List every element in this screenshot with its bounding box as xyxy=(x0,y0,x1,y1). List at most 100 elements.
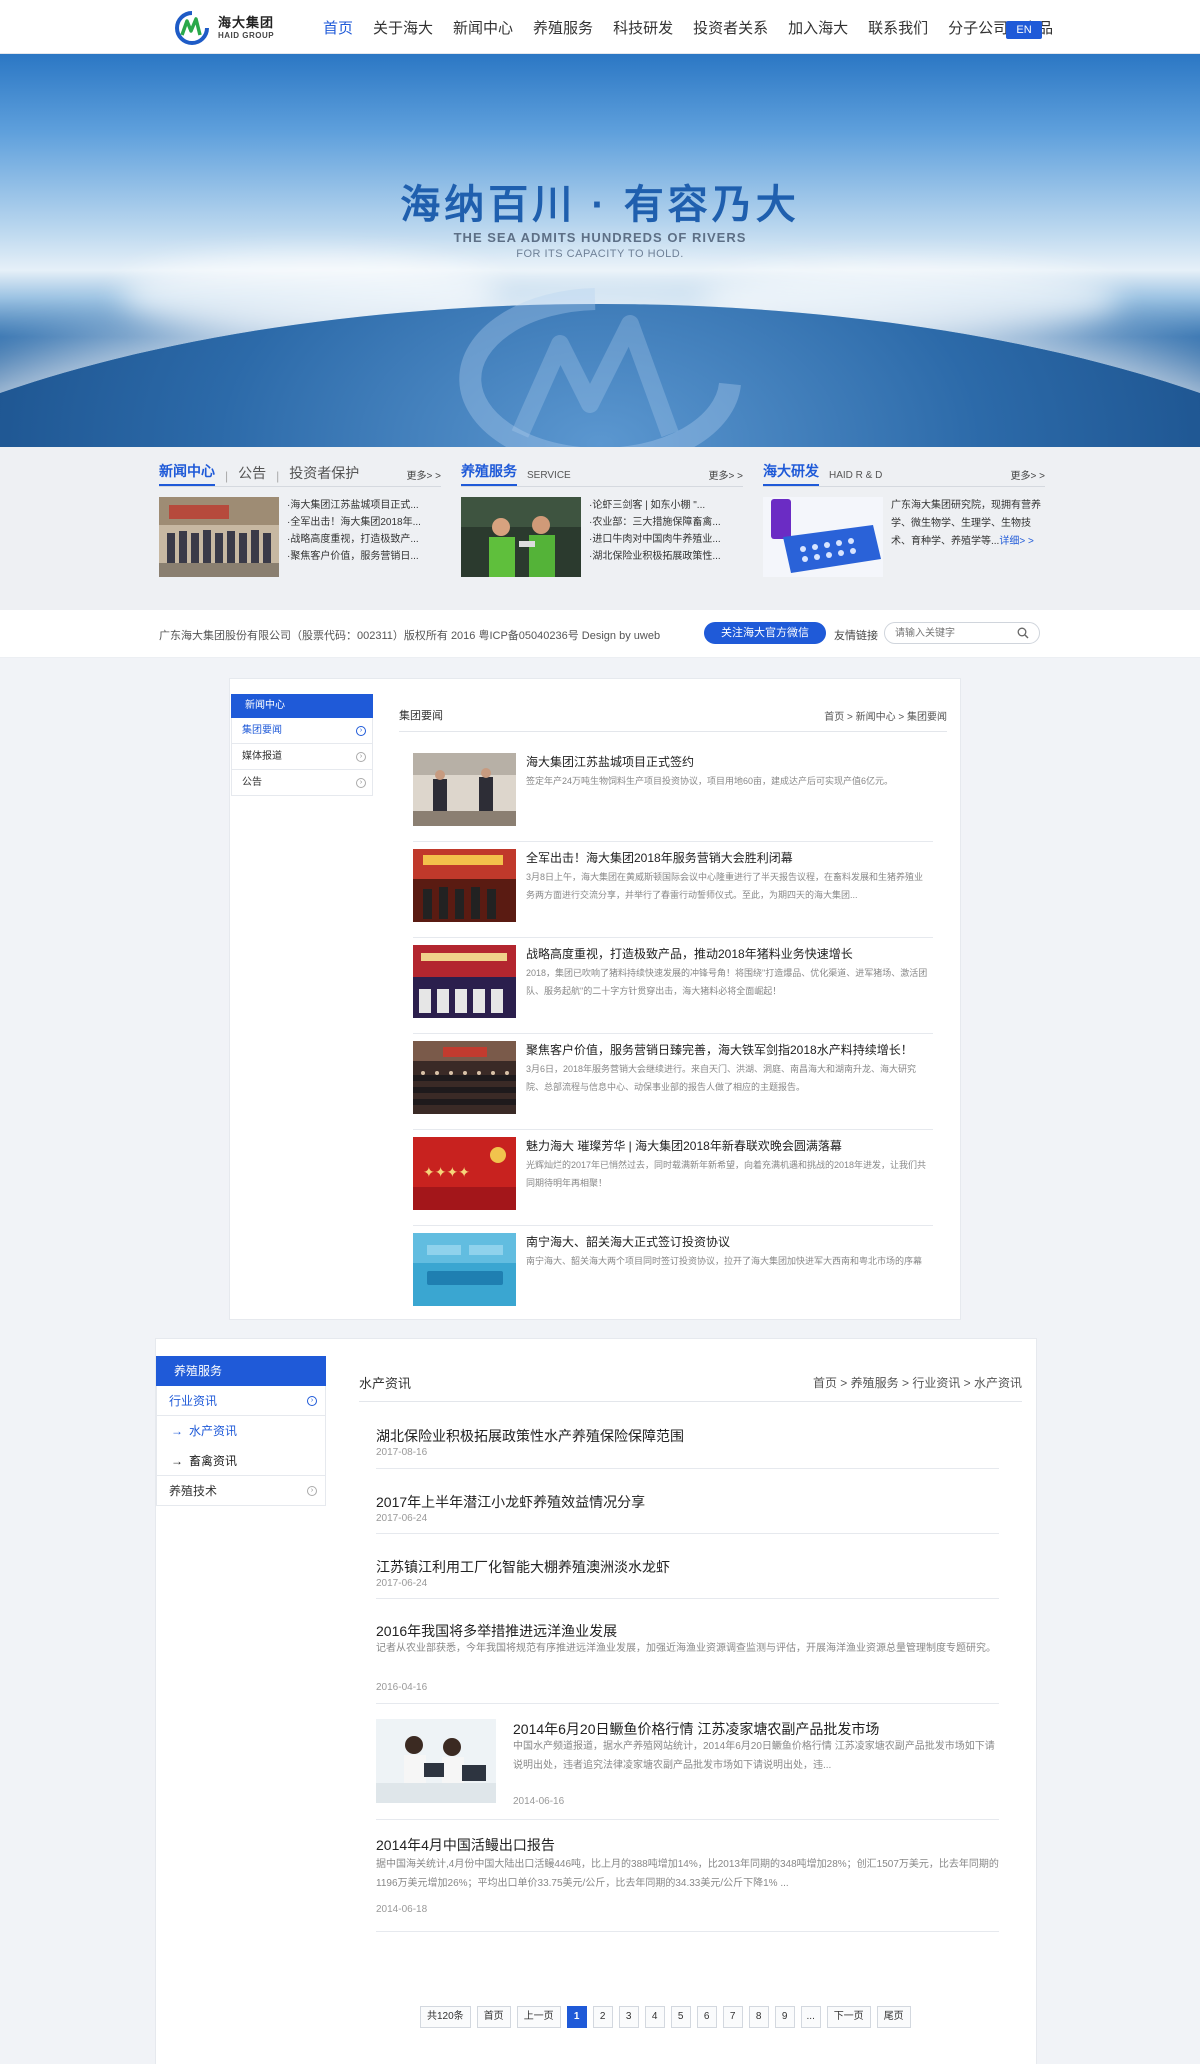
rd-more-link[interactable]: 更多> > xyxy=(1011,467,1045,482)
article-thumbnail[interactable]: ✦✦✦✦ xyxy=(413,1137,516,1210)
search-icon[interactable] xyxy=(1017,627,1029,639)
tab-news[interactable]: 新闻中心 xyxy=(159,461,215,486)
pager-page-button[interactable]: 3 xyxy=(618,2006,639,2028)
language-switch-button[interactable]: EN xyxy=(1006,21,1042,39)
sidebar-subitem-aquatic[interactable]: → 水产资讯 xyxy=(156,1416,326,1446)
article-row[interactable]: 湖北保险业积极拓展政策性水产养殖保险保障范围 2017-08-16 xyxy=(376,1403,999,1469)
article-row[interactable]: 海大集团江苏盐城项目正式签约 签定年产24万吨生物饲料生产项目投资协议，项目用地… xyxy=(413,746,933,842)
tab-service[interactable]: 养殖服务 xyxy=(461,461,517,486)
sidebar-item-industry-news[interactable]: 行业资讯 › xyxy=(156,1386,326,1416)
article-title[interactable]: 湖北保险业积极拓展政策性水产养殖保险保障范围 xyxy=(376,1426,684,1446)
nav-news[interactable]: 新闻中心 xyxy=(453,17,513,38)
article-title[interactable]: 2014年4月中国活鳗出口报告 xyxy=(376,1835,555,1855)
tab-rd[interactable]: 海大研发 xyxy=(763,461,819,486)
list-item[interactable]: ·战略高度重视，打造极致产... xyxy=(287,531,437,548)
article-title[interactable]: 南宁海大、韶关海大正式签订投资协议 xyxy=(526,1233,730,1250)
nav-service[interactable]: 养殖服务 xyxy=(533,17,593,38)
nav-rd[interactable]: 科技研发 xyxy=(613,17,673,38)
logo-mark-icon xyxy=(175,11,209,45)
divider xyxy=(359,1401,1022,1402)
list-item[interactable]: ·全军出击！海大集团2018年... xyxy=(287,514,437,531)
nav-investor[interactable]: 投资者关系 xyxy=(693,17,768,38)
article-thumbnail[interactable] xyxy=(413,1041,516,1114)
news-center-panel: 新闻中心 集团要闻 › 媒体报道 › 公告 › 集团要闻 首页 > 新闻中心 > 集团… xyxy=(229,678,961,1320)
pager-page-button[interactable]: 1 xyxy=(566,2006,587,2028)
article-title[interactable]: 聚焦客户价值，服务营销日臻完善，海大铁军剑指2018水产料持续增长！ xyxy=(526,1041,913,1058)
sidebar-subitem-livestock[interactable]: → 畜禽资讯 xyxy=(156,1446,326,1476)
pager-page-button[interactable]: 6 xyxy=(696,2006,717,2028)
article-row[interactable]: 全军出击！海大集团2018年服务营销大会胜利闭幕 3月8日上午，海大集团在黄威斯… xyxy=(413,842,933,938)
pager-page-button[interactable]: 4 xyxy=(644,2006,665,2028)
nav-contact[interactable]: 联系我们 xyxy=(868,17,928,38)
article-summary: 签定年产24万吨生物饲料生产项目投资协议，项目用地60亩，建成达产后可实现产值6… xyxy=(526,776,894,786)
rd-thumbnail[interactable] xyxy=(763,497,883,577)
pager-page-button[interactable]: 8 xyxy=(748,2006,769,2028)
sidebar-item-label: 媒体报道 xyxy=(242,751,282,762)
article-row[interactable]: 2016年我国将多举措推进远洋渔业发展 记者从农业部获悉，今年我国将规范有序推进… xyxy=(376,1599,999,1704)
article-row[interactable]: 南宁海大、韶关海大正式签订投资协议 南宁海大、韶关海大两个项目同时签订投资协议，… xyxy=(413,1226,933,1322)
news-thumbnail[interactable] xyxy=(159,497,279,577)
article-title[interactable]: 2017年上半年潜江小龙虾养殖效益情况分享 xyxy=(376,1492,645,1512)
sidebar-item-media[interactable]: 媒体报道 › xyxy=(231,744,373,770)
news-more-link[interactable]: 更多> > xyxy=(407,467,441,482)
article-title[interactable]: 2016年我国将多举措推进远洋渔业发展 xyxy=(376,1621,617,1641)
article-row[interactable]: 战略高度重视，打造极致产品，推动2018年猪料业务快速增长 2018，集团已吹响… xyxy=(413,938,933,1034)
article-row[interactable]: 2017年上半年潜江小龙虾养殖效益情况分享 2017-06-24 xyxy=(376,1469,999,1534)
tab-investor-protection[interactable]: 投资者保护 xyxy=(289,463,359,486)
list-item[interactable]: ·湖北保险业积极拓展政策性... xyxy=(589,548,739,565)
article-row[interactable]: 2014年6月20日鳜鱼价格行情 江苏凌家塘农副产品批发市场 中国水产频道报道，… xyxy=(376,1704,999,1820)
tab-announcement[interactable]: 公告 xyxy=(238,463,266,486)
article-title[interactable]: 江苏镇江利用工厂化智能大棚养殖澳洲淡水龙虾 xyxy=(376,1557,670,1577)
sidebar-item-group-news[interactable]: 集团要闻 › xyxy=(231,718,373,744)
arrow-right-icon: → xyxy=(171,1424,183,1438)
pager-page-button[interactable]: 7 xyxy=(722,2006,743,2028)
sidebar-item-farming-tech[interactable]: 养殖技术 › xyxy=(156,1476,326,1506)
service-column: 养殖服务 SERVICE 更多> > ·论虾三剑客 | 如东小棚 "... ·农… xyxy=(461,463,743,577)
sidebar-subitem-label: 畜禽资讯 xyxy=(189,1454,238,1468)
article-row[interactable]: 2014年4月中国活鳗出口报告 据中国海关统计,4月份中国大陆出口活鳗446吨，… xyxy=(376,1820,999,1932)
pagination: 共120条 首页 上一页 1 2 3 4 5 6 7 8 9 ... 下一页 尾… xyxy=(420,2006,911,2028)
article-thumbnail[interactable] xyxy=(376,1719,496,1803)
pager-next-button[interactable]: 下一页 xyxy=(826,2006,871,2028)
article-title[interactable]: 战略高度重视，打造极致产品，推动2018年猪料业务快速增长 xyxy=(526,945,853,962)
pager-page-button[interactable]: 2 xyxy=(592,2006,613,2028)
friend-links[interactable]: 友情链接 xyxy=(834,627,878,643)
search-box xyxy=(884,622,1040,644)
article-thumbnail[interactable] xyxy=(413,849,516,922)
sidebar-item-announcement[interactable]: 公告 › xyxy=(231,770,373,796)
pager-last-button[interactable]: 尾页 xyxy=(876,2006,911,2028)
article-title[interactable]: 魅力海大 璀璨芳华 | 海大集团2018年新春联欢晚会圆满落幕 xyxy=(526,1137,842,1154)
article-row[interactable]: 江苏镇江利用工厂化智能大棚养殖澳洲淡水龙虾 2017-06-24 xyxy=(376,1534,999,1599)
rd-detail-link[interactable]: 详细> > xyxy=(999,536,1033,547)
nav-home[interactable]: 首页 xyxy=(323,17,353,38)
nav-join[interactable]: 加入海大 xyxy=(788,17,848,38)
logo[interactable]: 海大集团 HAID GROUP xyxy=(172,10,287,46)
pager-page-button[interactable]: 5 xyxy=(670,2006,691,2028)
tab-divider: | xyxy=(225,469,229,483)
list-item[interactable]: ·海大集团江苏盐城项目正式... xyxy=(287,497,437,514)
article-title[interactable]: 2014年6月20日鳜鱼价格行情 江苏凌家塘农副产品批发市场 xyxy=(513,1719,879,1739)
follow-wechat-button[interactable]: 关注海大官方微信 xyxy=(704,622,826,644)
article-date: 2017-08-16 xyxy=(376,1447,428,1458)
article-title[interactable]: 全军出击！海大集团2018年服务营销大会胜利闭幕 xyxy=(526,849,793,866)
article-row[interactable]: 聚焦客户价值，服务营销日臻完善，海大铁军剑指2018水产料持续增长！ 3月6日，… xyxy=(413,1034,933,1130)
pager-prev-button[interactable]: 上一页 xyxy=(516,2006,561,2028)
list-item[interactable]: ·农业部：三大措施保障畜禽... xyxy=(589,514,739,531)
article-thumbnail[interactable] xyxy=(413,753,516,826)
service-more-link[interactable]: 更多> > xyxy=(709,467,743,482)
article-title[interactable]: 海大集团江苏盐城项目正式签约 xyxy=(526,753,694,770)
list-item[interactable]: ·聚焦客户价值，服务营销日... xyxy=(287,548,437,565)
list-item[interactable]: ·进口牛肉对中国肉牛养殖业... xyxy=(589,531,739,548)
list-item[interactable]: ·论虾三剑客 | 如东小棚 "... xyxy=(589,497,739,514)
article-thumbnail[interactable] xyxy=(413,945,516,1018)
article-thumbnail[interactable] xyxy=(413,1233,516,1306)
pager-page-button[interactable]: 9 xyxy=(774,2006,795,2028)
sidebar-subitem-label: 水产资讯 xyxy=(189,1424,238,1438)
article-row[interactable]: ✦✦✦✦ 魅力海大 璀璨芳华 | 海大集团2018年新春联欢晚会圆满落幕 光辉灿… xyxy=(413,1130,933,1226)
nav-about[interactable]: 关于海大 xyxy=(373,17,433,38)
rd-subtitle: HAID R & D xyxy=(829,470,883,481)
page: 海大集团 HAID GROUP 首页 关于海大 新闻中心 养殖服务 科技研发 投… xyxy=(0,0,1200,2064)
service-thumbnail[interactable] xyxy=(461,497,581,577)
search-input[interactable] xyxy=(895,626,1005,640)
pager-first-button[interactable]: 首页 xyxy=(476,2006,511,2028)
